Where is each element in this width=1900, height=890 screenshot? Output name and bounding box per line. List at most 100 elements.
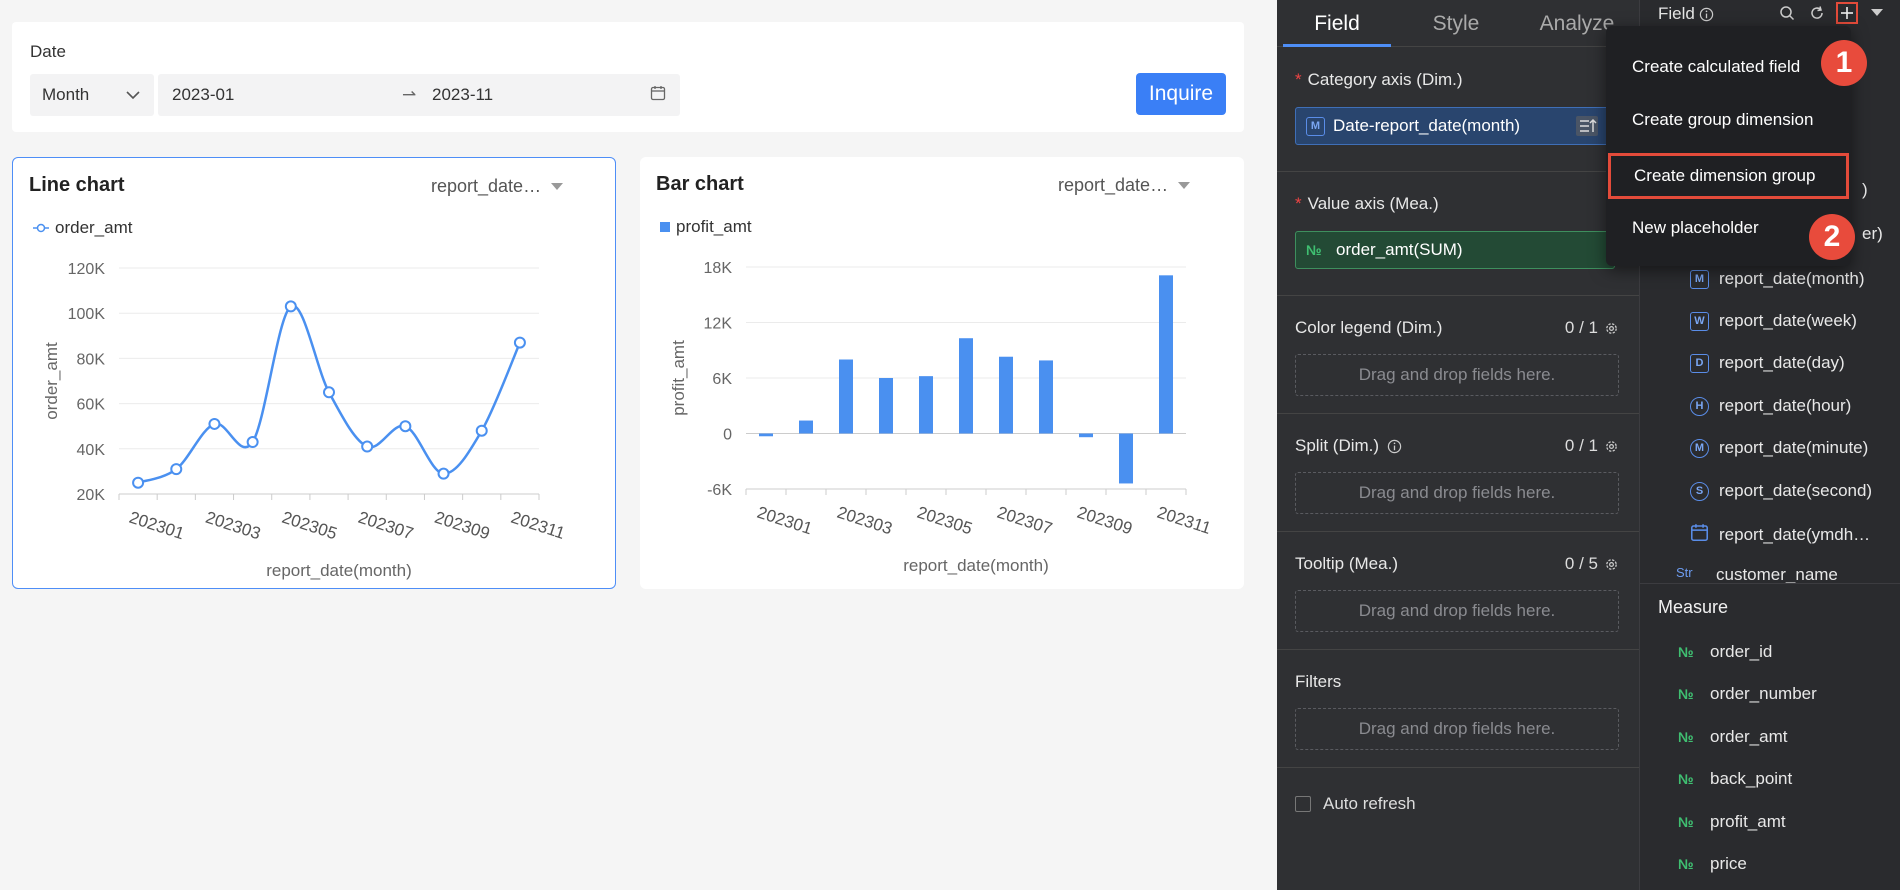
tab-field[interactable]: Field xyxy=(1277,0,1397,47)
y-tick-label: 60K xyxy=(77,397,106,414)
split-label: Split (Dim.) xyxy=(1295,436,1402,456)
menu-item-create-calculated-field[interactable]: Create calculated field xyxy=(1606,42,1851,92)
field-item-profit-amt[interactable]: № profit_amt xyxy=(1678,812,1786,832)
split-dropzone[interactable]: Drag and drop fields here. xyxy=(1295,472,1619,514)
number-field-icon: № xyxy=(1678,856,1694,872)
x-tick-label: 202305 xyxy=(280,508,340,544)
menu-item-create-group-dimension[interactable]: Create group dimension xyxy=(1606,95,1851,145)
date-range-picker[interactable]: 2023-01 ⇀ 2023-11 xyxy=(158,74,680,116)
auto-refresh-row[interactable]: Auto refresh xyxy=(1295,794,1416,814)
field-item-order-amt[interactable]: № order_amt xyxy=(1678,727,1787,747)
number-field-icon: № xyxy=(1306,242,1322,258)
data-point xyxy=(132,476,145,489)
caret-down-icon[interactable] xyxy=(1866,2,1888,24)
field-item-order-id[interactable]: № order_id xyxy=(1678,642,1772,662)
color-legend-dropzone[interactable]: Drag and drop fields here. xyxy=(1295,354,1619,396)
category-axis-label: * Category axis (Dim.) xyxy=(1295,70,1463,89)
data-point xyxy=(246,436,259,449)
range-arrow-icon: ⇀ xyxy=(402,85,417,104)
number-field-icon: № xyxy=(1678,814,1694,830)
menu-item-create-dimension-group[interactable]: Create dimension group xyxy=(1608,153,1849,199)
number-field-icon: № xyxy=(1678,686,1694,702)
x-tick-label: 202305 xyxy=(915,503,975,539)
gear-icon xyxy=(1606,558,1617,570)
bar xyxy=(1119,433,1133,484)
tooltip-count: 0 / 5 xyxy=(1565,554,1619,574)
field-item-report-date-month[interactable]: M report_date(month) xyxy=(1690,269,1865,289)
field-item-order-number[interactable]: № order_number xyxy=(1678,684,1817,704)
field-item-partial[interactable]: ) xyxy=(1862,180,1868,200)
filters-section: Filters Drag and drop fields here. xyxy=(1277,650,1639,768)
tab-style[interactable]: Style xyxy=(1397,0,1515,47)
field-item-customer-name[interactable]: Str customer_name xyxy=(1676,565,1838,583)
end-date[interactable]: 2023-11 xyxy=(432,85,650,105)
inquire-button[interactable]: Inquire xyxy=(1136,73,1226,115)
value-axis-section: * Value axis (Mea.) № order_amt(SUM) xyxy=(1277,172,1639,296)
field-item-back-point[interactable]: № back_point xyxy=(1678,769,1792,789)
bar xyxy=(919,376,933,434)
dashboard-canvas: Date Month 2023-01 ⇀ 2023-11 Inquire Lin… xyxy=(0,0,1277,890)
data-point xyxy=(284,300,297,313)
auto-refresh-checkbox[interactable] xyxy=(1295,796,1311,812)
line-chart-card[interactable]: Line chart report_date… order_amt 20K 40K… xyxy=(12,157,616,589)
field-item-partial[interactable]: er) xyxy=(1862,224,1883,244)
category-axis-section: * Category axis (Dim.) M Date-report_date… xyxy=(1277,48,1639,172)
field-item-report-date-second[interactable]: S report_date(second) xyxy=(1690,481,1872,501)
x-tick-label: 202309 xyxy=(1075,503,1135,539)
field-list-title: Field xyxy=(1658,4,1695,23)
refresh-icon[interactable] xyxy=(1806,2,1828,24)
field-item-report-date-minute[interactable]: M report_date(minute) xyxy=(1690,438,1868,458)
add-field-icon[interactable] xyxy=(1836,2,1858,24)
field-item-report-date-day[interactable]: D report_date(day) xyxy=(1690,353,1845,373)
category-axis-field-pill[interactable]: M Date-report_date(month) xyxy=(1295,107,1615,145)
split-count: 0 / 1 xyxy=(1565,436,1619,456)
bar xyxy=(879,378,893,434)
field-item-report-date-hour[interactable]: H report_date(hour) xyxy=(1690,396,1851,416)
y-axis-title: profit_amt xyxy=(669,340,688,416)
start-date[interactable]: 2023-01 xyxy=(172,85,402,105)
bar xyxy=(799,420,813,434)
bar xyxy=(959,338,973,434)
number-field-icon: № xyxy=(1678,644,1694,660)
bar xyxy=(1079,433,1093,438)
sort-icon[interactable] xyxy=(1576,116,1598,136)
x-tick-label: 202307 xyxy=(356,508,416,544)
value-axis-label: * Value axis (Mea.) xyxy=(1295,194,1439,213)
y-tick-label: 20K xyxy=(77,487,106,504)
tooltip-dropzone[interactable]: Drag and drop fields here. xyxy=(1295,590,1619,632)
search-icon[interactable] xyxy=(1776,2,1798,24)
x-tick-label: 202301 xyxy=(127,508,187,544)
field-item-report-date-week[interactable]: W report_date(week) xyxy=(1690,311,1857,331)
value-axis-field-label: order_amt(SUM) xyxy=(1336,240,1463,259)
gear-icon xyxy=(1606,322,1617,334)
y-tick-label: 0 xyxy=(723,427,732,444)
filters-dropzone[interactable]: Drag and drop fields here. xyxy=(1295,708,1619,750)
y-tick-label: 100K xyxy=(68,306,106,323)
config-tabs: Field Style Analyze xyxy=(1277,0,1639,47)
granularity-select[interactable]: Month xyxy=(30,74,154,116)
number-field-icon: № xyxy=(1678,729,1694,745)
color-legend-section: Color legend (Dim.) 0 / 1 Drag and drop … xyxy=(1277,296,1639,414)
bar xyxy=(999,356,1013,434)
value-axis-field-pill[interactable]: № order_amt(SUM) xyxy=(1295,231,1615,269)
step-badge-2: 2 xyxy=(1809,214,1855,260)
required-mark: * xyxy=(1295,194,1302,213)
category-axis-field-label: Date-report_date(month) xyxy=(1333,116,1521,135)
info-icon xyxy=(1387,439,1402,453)
date-filter-card: Date Month 2023-01 ⇀ 2023-11 Inquire xyxy=(12,22,1244,132)
y-tick-label: 80K xyxy=(77,351,106,368)
bar-chart-card[interactable]: Bar chart report_date… profit_amt -6K 0 6K… xyxy=(640,157,1244,589)
data-point xyxy=(361,440,374,453)
y-tick-label: 6K xyxy=(712,371,732,388)
data-point xyxy=(513,336,526,349)
month-field-icon: M xyxy=(1306,116,1325,136)
calendar-icon[interactable] xyxy=(650,85,666,106)
field-item-report-date-ymdh[interactable]: report_date(ymdh… xyxy=(1690,523,1870,547)
filters-label: Filters xyxy=(1295,672,1342,691)
x-tick-label: 202303 xyxy=(835,503,895,539)
x-tick-label: 202301 xyxy=(755,503,815,539)
x-axis-title: report_date(month) xyxy=(266,561,412,580)
field-item-price[interactable]: № price xyxy=(1678,854,1747,874)
minute-field-icon: M xyxy=(1690,438,1709,458)
auto-refresh-label: Auto refresh xyxy=(1323,794,1416,813)
